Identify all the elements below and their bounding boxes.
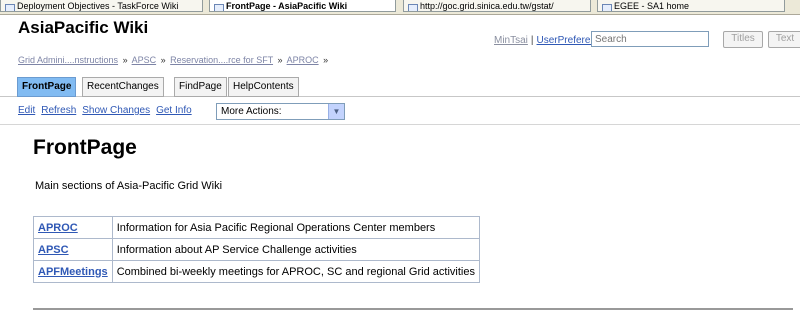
tab-helpcontents[interactable]: HelpContents: [228, 77, 299, 97]
breadcrumb-separator: »: [277, 55, 283, 65]
breadcrumb-separator: »: [122, 55, 128, 65]
user-name-link[interactable]: MinTsai: [494, 35, 528, 46]
table-row: APROC Information for Asia Pacific Regio…: [33, 216, 480, 239]
user-bar-separator: |: [530, 35, 534, 46]
table-cell-link: APROC: [33, 216, 113, 239]
browser-tab[interactable]: http://goc.grid.sinica.edu.tw/gstat/: [403, 0, 591, 12]
breadcrumb-separator: »: [323, 55, 329, 65]
table-cell-link: APSC: [33, 238, 113, 261]
table-cell-link: APFMeetings: [33, 260, 113, 283]
page-icon: [214, 4, 224, 11]
breadcrumb-link[interactable]: Reservation....rce for SFT: [170, 55, 273, 65]
tab-findpage[interactable]: FindPage: [174, 77, 227, 97]
browser-tab-strip: Deployment Objectives - TaskForce Wiki F…: [0, 0, 800, 15]
more-actions-select[interactable]: More Actions: ▼: [216, 103, 345, 120]
section-link-apfmeetings[interactable]: APFMeetings: [38, 266, 108, 278]
breadcrumb: Grid Admini....nstructions » APSC » Rese…: [18, 55, 330, 65]
intro-text: Main sections of Asia-Pacific Grid Wiki: [35, 180, 223, 192]
tab-frontpage[interactable]: FrontPage: [17, 77, 77, 97]
page-icon: [602, 4, 612, 11]
search-input[interactable]: [591, 31, 709, 47]
text-search-button[interactable]: Text: [768, 31, 800, 48]
page-icon: [408, 4, 418, 11]
table-row: APFMeetings Combined bi-weekly meetings …: [33, 260, 480, 283]
section-link-apsc[interactable]: APSC: [38, 244, 69, 256]
page-icon: [5, 4, 15, 11]
get-info-link[interactable]: Get Info: [156, 105, 192, 116]
table-cell-description: Information for Asia Pacific Regional Op…: [111, 216, 480, 239]
editbar-divider: [0, 124, 800, 125]
titles-search-button[interactable]: Titles: [723, 31, 763, 48]
table-cell-description: Combined bi-weekly meetings for APROC, S…: [111, 260, 480, 283]
browser-tab-label: FrontPage - AsiaPacific Wiki: [226, 1, 348, 11]
site-title[interactable]: AsiaPacific Wiki: [18, 18, 148, 38]
edit-bar: Edit Refresh Show Changes Get Info: [18, 105, 198, 116]
browser-tab[interactable]: Deployment Objectives - TaskForce Wiki: [0, 0, 203, 12]
browser-tab-label: http://goc.grid.sinica.edu.tw/gstat/: [420, 1, 554, 11]
breadcrumb-link[interactable]: Grid Admini....nstructions: [18, 55, 118, 65]
section-link-aproc[interactable]: APROC: [38, 222, 78, 234]
navigation-tabs: FrontPage RecentChanges FindPage HelpCon…: [0, 77, 800, 97]
tab-recentchanges[interactable]: RecentChanges: [82, 77, 164, 97]
refresh-link[interactable]: Refresh: [41, 105, 76, 116]
breadcrumb-link[interactable]: APROC: [287, 55, 319, 65]
browser-tab-active[interactable]: FrontPage - AsiaPacific Wiki: [209, 0, 396, 12]
browser-tab-label: EGEE - SA1 home: [614, 1, 690, 11]
page-title: FrontPage: [33, 136, 137, 159]
table-row: APSC Information about AP Service Challe…: [33, 238, 480, 261]
breadcrumb-separator: »: [160, 55, 166, 65]
table-cell-description: Information about AP Service Challenge a…: [111, 238, 480, 261]
edit-link[interactable]: Edit: [18, 105, 35, 116]
browser-tab-label: Deployment Objectives - TaskForce Wiki: [17, 1, 179, 11]
browser-tab[interactable]: EGEE - SA1 home: [597, 0, 785, 12]
show-changes-link[interactable]: Show Changes: [82, 105, 150, 116]
chevron-down-icon: ▼: [328, 104, 344, 119]
footer-divider: [33, 308, 793, 310]
sections-table: APROC Information for Asia Pacific Regio…: [33, 216, 480, 283]
breadcrumb-link[interactable]: APSC: [132, 55, 157, 65]
more-actions-label: More Actions:: [221, 106, 282, 117]
